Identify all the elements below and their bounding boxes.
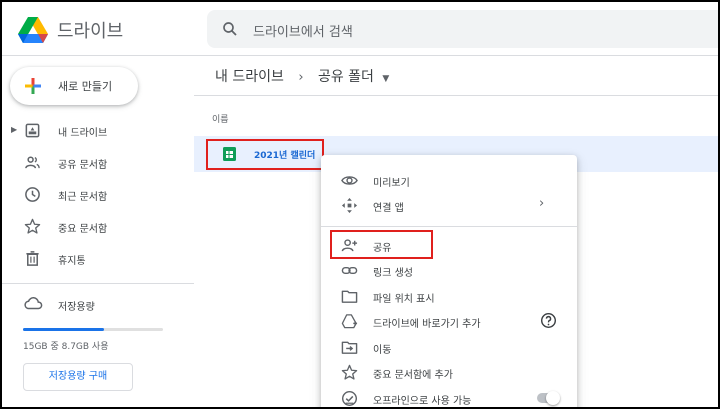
sidebar-item-recent[interactable]: 최근 문서함: [2, 183, 194, 207]
sidebar-item-label: 휴지통: [58, 256, 86, 267]
app-window: 드라이브 드라이브에서 검색 새로 만들기 ▶ 내 드라이브 공유 문서함 최근…: [0, 0, 720, 409]
storage-usage-text: 15GB 중 8.7GB 사용: [23, 342, 109, 352]
sidebar-item-label: 최근 문서함: [58, 192, 108, 203]
menu-item-open-with[interactable]: 연결 앱 ›: [321, 193, 577, 217]
menu-item-label: 미리보기: [373, 178, 410, 189]
search-placeholder[interactable]: 드라이브에서 검색: [253, 21, 353, 40]
chevron-right-icon: ›: [298, 70, 304, 85]
sidebar-item-label: 공유 문서함: [58, 160, 108, 171]
buy-storage-button[interactable]: 저장용량 구매: [23, 363, 133, 391]
trash-icon: [26, 251, 39, 266]
search-bar[interactable]: 드라이브에서 검색: [207, 10, 718, 48]
search-icon[interactable]: [221, 20, 239, 38]
new-button[interactable]: 새로 만들기: [10, 67, 138, 105]
help-icon[interactable]: [540, 312, 557, 329]
menu-item-label: 링크 생성: [373, 268, 413, 279]
file-highlight-box: [206, 139, 324, 170]
sidebar-item-label: 중요 문서함: [58, 224, 108, 235]
star-icon: [24, 218, 41, 234]
link-icon: [341, 266, 358, 275]
menu-divider: [321, 226, 577, 227]
chevron-right-icon: ›: [539, 196, 545, 211]
app-title[interactable]: 드라이브: [57, 17, 123, 43]
eye-icon: [341, 176, 358, 185]
toggle-knob[interactable]: [546, 391, 560, 405]
menu-item-move[interactable]: 이동: [321, 335, 577, 359]
top-bar: 드라이브 드라이브에서 검색: [2, 2, 718, 56]
expand-caret-icon[interactable]: ▶: [11, 125, 17, 134]
google-drive-logo-icon[interactable]: [17, 16, 49, 44]
main-divider: [194, 95, 718, 96]
sidebar-item-shared[interactable]: 공유 문서함: [2, 151, 194, 175]
menu-item-add-starred[interactable]: 중요 문서함에 추가: [321, 360, 577, 384]
sidebar-item-my-drive[interactable]: ▶ 내 드라이브: [2, 119, 194, 143]
menu-item-label: 드라이브에 바로가기 추가: [373, 319, 481, 330]
menu-item-label: 오프라인으로 사용 가능: [373, 396, 472, 407]
share-highlight-box: [330, 230, 433, 259]
sidebar: 새로 만들기 ▶ 내 드라이브 공유 문서함 최근 문서함 중요 문서함 휴지통…: [2, 57, 194, 407]
sidebar-item-label: 내 드라이브: [58, 128, 108, 139]
caret-down-icon[interactable]: ▼: [382, 74, 389, 84]
folder-icon: [341, 290, 358, 303]
breadcrumb-root[interactable]: 내 드라이브: [215, 66, 284, 86]
offline-check-icon: [341, 390, 358, 407]
offline-toggle[interactable]: [537, 391, 560, 405]
menu-item-add-shortcut[interactable]: 드라이브에 바로가기 추가: [321, 309, 577, 333]
menu-item-available-offline[interactable]: 오프라인으로 사용 가능: [321, 386, 577, 407]
menu-item-label: 이동: [373, 345, 392, 356]
menu-item-show-location[interactable]: 파일 위치 표시: [321, 284, 577, 308]
plus-icon: [25, 78, 41, 94]
context-menu: 미리보기 연결 앱 › 공유 링크 생성 파일 위치 표시 드라이브에 바로가기…: [321, 155, 577, 407]
menu-item-label: 중요 문서함에 추가: [373, 370, 453, 381]
menu-item-get-link[interactable]: 링크 생성: [321, 258, 577, 282]
sidebar-item-trash[interactable]: 휴지통: [2, 247, 194, 271]
menu-item-label: 연결 앱: [373, 203, 404, 214]
sidebar-divider: [2, 283, 194, 284]
star-icon: [341, 364, 358, 380]
move-to-folder-icon: [341, 341, 358, 354]
people-icon: [25, 156, 40, 169]
add-shortcut-icon: [341, 314, 358, 329]
menu-item-preview[interactable]: 미리보기: [321, 168, 577, 192]
new-button-label: 새로 만들기: [58, 80, 113, 93]
column-header-name[interactable]: 이름: [212, 112, 229, 125]
menu-item-label: 파일 위치 표시: [373, 294, 435, 305]
storage-progress-fill: [23, 328, 105, 331]
breadcrumb: 내 드라이브 › 공유 폴더 ▼: [215, 66, 389, 86]
drive-folder-icon: [25, 123, 40, 138]
breadcrumb-current[interactable]: 공유 폴더: [318, 66, 374, 86]
storage-progress-bar: [23, 328, 163, 331]
cloud-icon: [24, 297, 43, 310]
clock-icon: [25, 187, 40, 202]
sidebar-item-starred[interactable]: 중요 문서함: [2, 215, 194, 239]
move-arrows-icon: [341, 197, 358, 214]
storage-label[interactable]: 저장용량: [58, 298, 95, 313]
